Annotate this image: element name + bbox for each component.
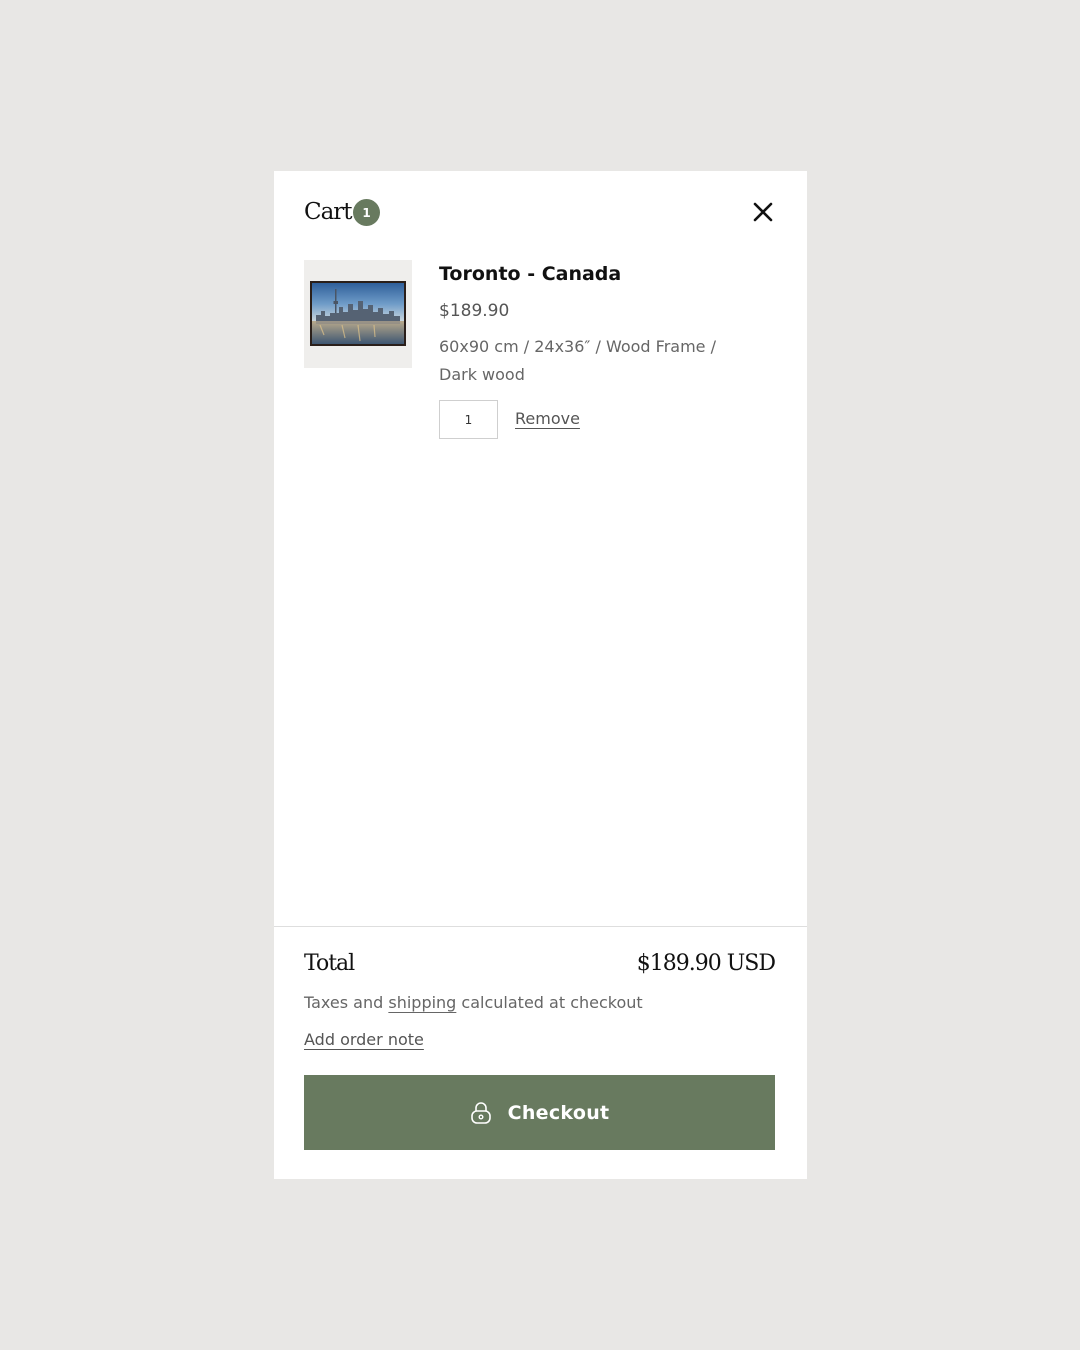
cart-count-badge: 1	[353, 199, 380, 226]
quantity-input[interactable]: 1	[439, 400, 498, 439]
lock-icon	[470, 1101, 492, 1125]
cart-title: Cart	[304, 199, 353, 225]
checkout-label: Checkout	[507, 1101, 610, 1124]
close-button[interactable]	[749, 198, 777, 226]
close-icon	[753, 202, 773, 222]
cart-line-item: Toronto - Canada $189.90 60x90 cm / 24x3…	[304, 260, 777, 450]
tax-note-after: calculated at checkout	[456, 993, 643, 1012]
cart-header: Cart 1	[304, 195, 777, 229]
item-title[interactable]: Toronto - Canada	[439, 263, 621, 285]
tax-note-before: Taxes and	[304, 993, 389, 1012]
tax-note: Taxes and shipping calculated at checkou…	[304, 993, 643, 1012]
add-order-note-link[interactable]: Add order note	[304, 1030, 424, 1049]
shipping-link[interactable]: shipping	[388, 993, 456, 1012]
cart-drawer: Cart 1 Toronto - Canada $189.90 60x90 cm…	[274, 171, 807, 1179]
item-variant: 60x90 cm / 24x36″ / Wood Frame / Dark wo…	[439, 337, 716, 384]
checkout-button[interactable]: Checkout	[304, 1075, 775, 1150]
total-label: Total	[304, 951, 355, 976]
remove-link[interactable]: Remove	[515, 409, 580, 428]
cart-footer: Total $189.90 USD Taxes and shipping cal…	[274, 926, 807, 1179]
total-value: $189.90 USD	[636, 951, 776, 976]
item-price: $189.90	[439, 301, 510, 321]
framed-toronto-skyline-image	[310, 281, 406, 346]
product-thumbnail[interactable]	[304, 260, 412, 368]
